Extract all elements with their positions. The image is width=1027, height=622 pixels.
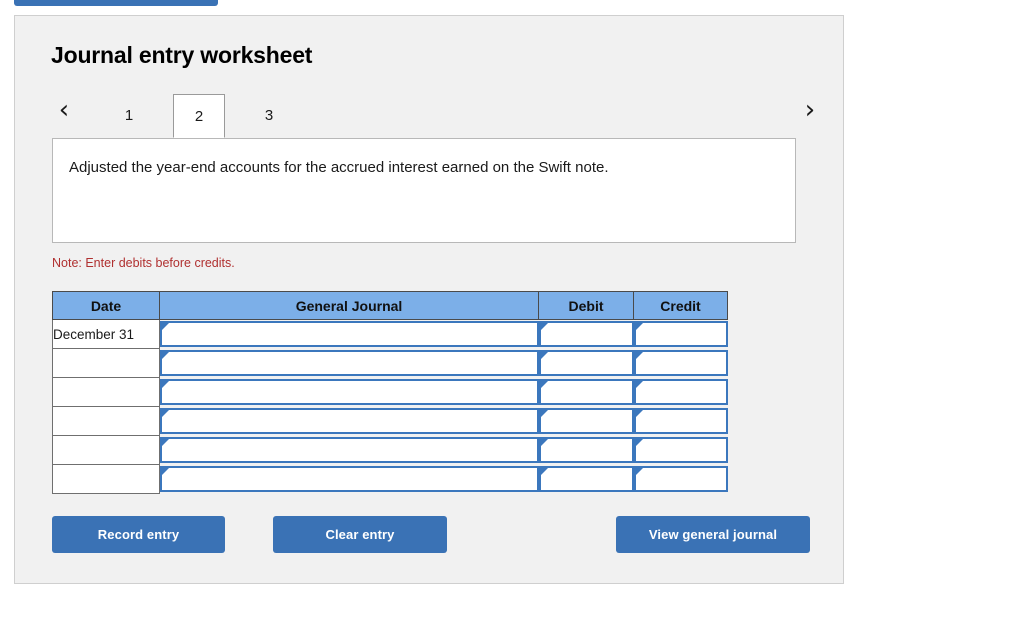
- credit-cellbox[interactable]: [633, 321, 728, 348]
- view-general-journal-button[interactable]: View general journal: [616, 516, 810, 553]
- tab-3[interactable]: 3: [243, 94, 295, 138]
- credit-cellbox[interactable]: [633, 408, 728, 434]
- debit-input[interactable]: [538, 465, 634, 494]
- debit-cellbox[interactable]: [538, 321, 634, 348]
- general-journal-input[interactable]: [160, 436, 539, 465]
- clear-entry-button[interactable]: Clear entry: [273, 516, 447, 553]
- table-header-row: Date General Journal Debit Credit: [52, 291, 728, 320]
- credit-input[interactable]: [633, 436, 728, 465]
- column-header-general-journal: General Journal: [159, 291, 539, 320]
- date-cell[interactable]: [52, 348, 160, 378]
- general-journal-cellbox[interactable]: [160, 321, 539, 348]
- debit-input[interactable]: [538, 378, 634, 407]
- credit-cellbox[interactable]: [633, 466, 728, 492]
- column-header-credit: Credit: [633, 291, 728, 320]
- table-row: [52, 464, 728, 494]
- credit-cellbox[interactable]: [633, 437, 728, 463]
- general-journal-cellbox[interactable]: [160, 379, 539, 405]
- debit-input[interactable]: [538, 436, 634, 465]
- chevron-right-icon[interactable]: ›: [797, 95, 823, 125]
- debit-cellbox[interactable]: [538, 437, 634, 463]
- general-journal-input[interactable]: [160, 378, 539, 407]
- record-entry-button[interactable]: Record entry: [52, 516, 225, 553]
- table-row: [52, 406, 728, 436]
- general-journal-cellbox[interactable]: [160, 408, 539, 434]
- tab-2[interactable]: 2: [173, 94, 225, 138]
- journal-entry-panel: Journal entry worksheet ‹ 1 2 3 › Adjust…: [14, 15, 844, 584]
- debit-input[interactable]: [538, 407, 634, 436]
- credit-input[interactable]: [633, 465, 728, 494]
- debit-cellbox[interactable]: [538, 350, 634, 376]
- general-journal-cellbox[interactable]: [160, 437, 539, 463]
- date-cell[interactable]: [52, 377, 160, 407]
- date-cell[interactable]: [52, 464, 160, 494]
- general-journal-cellbox[interactable]: [160, 466, 539, 492]
- debit-cellbox[interactable]: [538, 379, 634, 405]
- column-header-debit: Debit: [538, 291, 634, 320]
- credit-input[interactable]: [633, 320, 728, 349]
- worksheet-tabstrip: ‹ 1 2 3 ›: [51, 88, 823, 138]
- chevron-left-icon[interactable]: ‹: [51, 95, 77, 125]
- debits-before-credits-note: Note: Enter debits before credits.: [52, 256, 235, 270]
- table-row: [52, 377, 728, 407]
- app-root: Journal entry worksheet ‹ 1 2 3 › Adjust…: [0, 0, 1027, 622]
- credit-input[interactable]: [633, 378, 728, 407]
- page-title: Journal entry worksheet: [51, 42, 313, 68]
- general-journal-input[interactable]: [160, 349, 539, 378]
- tab-1[interactable]: 1: [103, 94, 155, 138]
- general-journal-input[interactable]: [160, 407, 539, 436]
- entry-description-text: Adjusted the year-end accounts for the a…: [69, 159, 609, 176]
- top-partial-button[interactable]: [14, 0, 218, 6]
- entry-description-box: Adjusted the year-end accounts for the a…: [52, 138, 796, 243]
- journal-entry-table: Date General Journal Debit Credit Decemb…: [52, 291, 728, 494]
- date-cell[interactable]: [52, 406, 160, 436]
- credit-input[interactable]: [633, 407, 728, 436]
- credit-input[interactable]: [633, 349, 728, 378]
- column-header-date: Date: [52, 291, 160, 320]
- table-row: [52, 435, 728, 465]
- general-journal-input[interactable]: [160, 320, 539, 349]
- general-journal-input[interactable]: [160, 465, 539, 494]
- date-cell[interactable]: [52, 435, 160, 465]
- debit-cellbox[interactable]: [538, 408, 634, 434]
- credit-cellbox[interactable]: [633, 379, 728, 405]
- debit-input[interactable]: [538, 320, 634, 349]
- debit-input[interactable]: [538, 349, 634, 378]
- debit-cellbox[interactable]: [538, 466, 634, 492]
- general-journal-cellbox[interactable]: [160, 350, 539, 376]
- table-row: December 31: [52, 319, 728, 349]
- credit-cellbox[interactable]: [633, 350, 728, 376]
- date-cell[interactable]: December 31: [52, 319, 160, 349]
- table-row: [52, 348, 728, 378]
